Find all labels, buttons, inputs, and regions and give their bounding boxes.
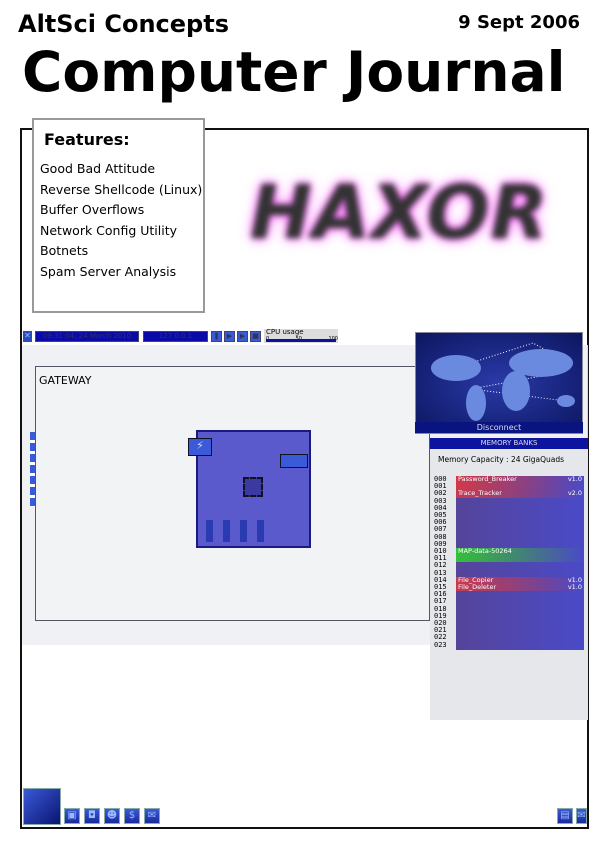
memory-slot[interactable]: File_Deleter v1.0 [456,583,584,592]
fastest-button[interactable]: ■ [250,331,261,342]
program-version: v2.0 [567,489,582,498]
feature-item: Buffer Overflows [40,202,145,217]
memory-slot[interactable]: Password_Breaker v1.0 [456,475,584,491]
modem-icon [280,454,308,468]
haxor-art: HAXOR [250,170,549,256]
ip-display: 127.0.0.1 [143,331,208,342]
play-button[interactable]: ▶ [224,331,235,342]
journal-title: Computer Journal [22,40,566,104]
side-tabs[interactable] [30,432,35,507]
people-icon[interactable]: ☻ [104,808,120,824]
cpu-label: CPU usage [266,328,304,336]
publisher-name: AltSci Concepts [18,10,229,38]
monitor-icon[interactable]: ▣ [64,808,80,824]
feature-item: Reverse Shellcode (Linux) [40,181,203,197]
program-name: MAP-data-50264 [458,547,512,555]
cpu-bar [266,339,336,342]
mail-icon[interactable]: ✉ [144,808,160,824]
feature-item: Good Bad Attitude [40,161,156,176]
feature-item: Network Config Utility [40,222,178,238]
memory-capacity: Memory Capacity : 24 GigaQuads [438,455,565,464]
program-name: File_Deleter [458,583,497,591]
world-map[interactable] [415,332,583,434]
gateway-logo-button[interactable] [23,788,61,825]
memory-sticks [206,520,266,542]
memory-slot[interactable]: Trace_Tracker v2.0 [456,489,584,498]
gateway-chip-diagram: ⚡ [188,430,311,548]
documents-icon[interactable]: ▤ [557,808,573,824]
issue-date: 9 Sept 2006 [458,12,580,33]
features-box: Features: Good Bad Attitude Reverse Shell… [32,118,205,313]
feature-item: Spam Server Analysis [40,263,177,279]
power-icon: ⚡ [188,438,212,456]
program-version: v1.0 [567,475,582,483]
cpu-chip-icon [243,477,263,497]
program-name: Trace_Tracker [458,489,502,498]
datetime-display: 09:31:04, 24 March 2010 [35,331,139,342]
dollar-icon[interactable]: $ [124,808,140,824]
memory-row-numbers: 000 001 002 003 004 005 006 007 008 009 010 011 012 0… [434,475,447,649]
disconnect-button[interactable]: Disconnect [415,422,583,433]
feature-item: Botnets [40,243,89,258]
close-icon[interactable]: ✕ [23,331,32,342]
features-list: Good Bad Attitude Reverse Shellcode (Linu… [40,161,203,279]
memory-slot[interactable]: MAP-data-50264 [456,547,584,563]
email-icon[interactable]: ✉ [576,808,587,824]
memory-bank-grid[interactable]: Password_Breaker v1.0 Trace_Tracker v2.0 MAP… [456,475,584,650]
features-heading: Features: [44,130,130,149]
memory-row-number: 023 [434,640,447,649]
pause-button[interactable]: ❚ [211,331,222,342]
memory-banks-panel: MEMORY BANKS Memory Capacity : 24 GigaQu… [430,438,588,720]
program-name: Password_Breaker [458,475,517,483]
program-version: v1.0 [567,583,582,591]
fast-forward-button[interactable]: ▶ [237,331,248,342]
memory-banks-title: MEMORY BANKS [430,438,588,449]
cpu-usage-meter: CPU usage 050100 [264,329,338,343]
gateway-label: GATEWAY [39,374,92,387]
floppy-icon[interactable]: ◘ [84,808,100,824]
